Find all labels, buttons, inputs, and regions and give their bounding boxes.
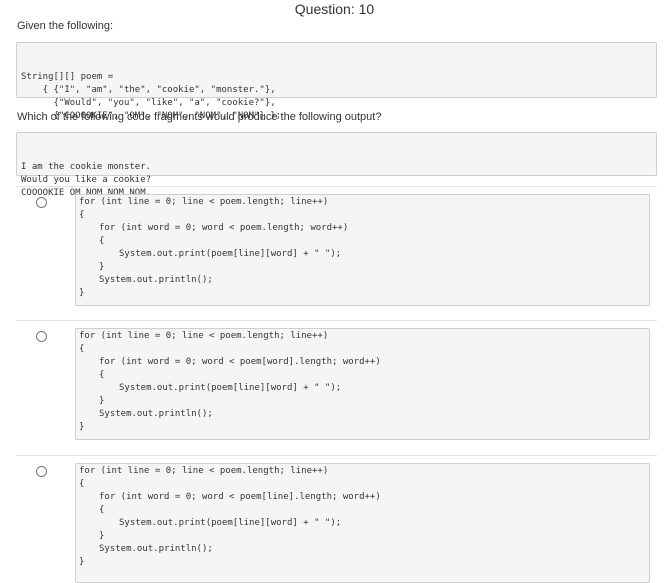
code-line: for (int word = 0; word < poem.length; w…: [99, 223, 349, 233]
radio-button-option-2[interactable]: [36, 331, 47, 342]
code-line: for (int line = 0; line < poem.length; l…: [79, 466, 329, 476]
code-line: for (int word = 0; word < poem[line].len…: [99, 492, 381, 502]
answer-option-2[interactable]: for (int line = 0; line < poem.length; l…: [16, 320, 657, 454]
code-line: {: [79, 210, 85, 220]
answer-option-3[interactable]: for (int line = 0; line < poem.length; l…: [16, 455, 657, 583]
expected-output-block: I am the cookie monster. Would you like a…: [16, 132, 657, 198]
option-code-block: for (int line = 0; line < poem.length; l…: [75, 328, 650, 440]
poem-code-block: String[][] poem = { {"I", "am", "the", "…: [16, 42, 657, 121]
code-line: System.out.println();: [99, 544, 213, 554]
code-line: System.out.print(poem[line][word] + " ")…: [119, 518, 342, 528]
code-line: {"Would", "you", "like", "a", "cookie?"}…: [21, 98, 276, 108]
code-line: System.out.println();: [99, 409, 213, 419]
code-line: System.out.println();: [99, 275, 213, 285]
code-line: {: [79, 479, 85, 489]
answer-option-1[interactable]: for (int line = 0; line < poem.length; l…: [16, 186, 657, 320]
output-line: I am the cookie monster.: [21, 162, 152, 172]
question-text: Which of the following code fragments wo…: [17, 111, 382, 123]
code-line: {: [99, 236, 105, 246]
code-line: }: [79, 288, 85, 298]
code-line: }: [79, 422, 85, 432]
code-line: System.out.print(poem[line][word] + " ")…: [119, 249, 342, 259]
option-code-block: for (int line = 0; line < poem.length; l…: [75, 463, 650, 583]
intro-text: Given the following:: [17, 20, 113, 32]
radio-button-option-3[interactable]: [36, 466, 47, 477]
code-line: String[][] poem =: [21, 72, 114, 82]
code-line: {: [79, 344, 85, 354]
code-line: {: [99, 370, 105, 380]
code-line: {: [99, 505, 105, 515]
code-line: }: [99, 531, 105, 541]
option-code-block: for (int line = 0; line < poem.length; l…: [75, 194, 650, 306]
code-line: for (int word = 0; word < poem[word].len…: [99, 357, 381, 367]
code-line: System.out.print(poem[line][word] + " ")…: [119, 383, 342, 393]
code-line: }: [79, 557, 85, 567]
code-line: }: [99, 396, 105, 406]
code-line: for (int line = 0; line < poem.length; l…: [79, 331, 329, 341]
radio-button-option-1[interactable]: [36, 197, 47, 208]
code-line: { {"I", "am", "the", "cookie", "monster.…: [21, 85, 276, 95]
code-line: for (int line = 0; line < poem.length; l…: [79, 197, 329, 207]
code-line: }: [99, 262, 105, 272]
question-title: Question: 10: [294, 1, 375, 17]
